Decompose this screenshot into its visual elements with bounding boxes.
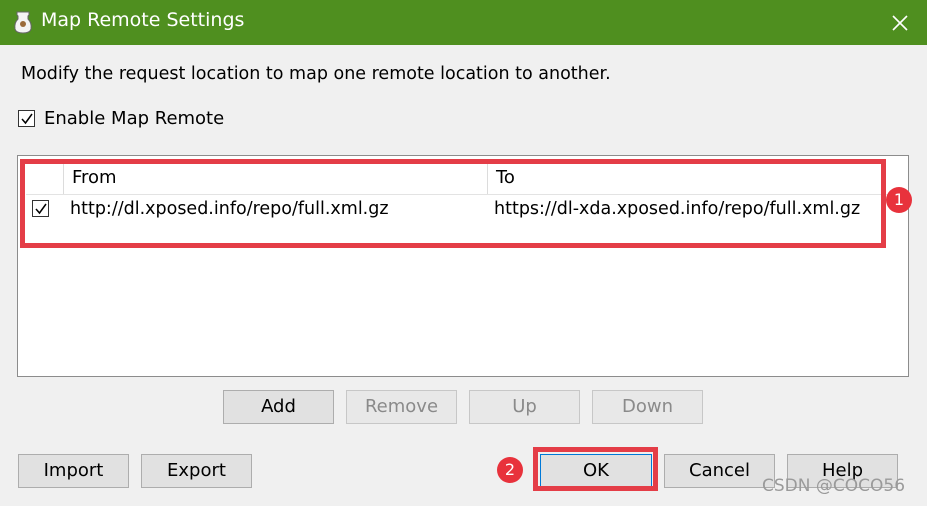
- annotation-badge-1: 1: [886, 187, 912, 213]
- watermark-text: CSDN @COCO56: [762, 476, 906, 496]
- down-button[interactable]: Down: [592, 390, 703, 424]
- annotation-badge-2: 2: [497, 457, 523, 483]
- charles-jug-icon: [12, 10, 34, 34]
- cancel-button[interactable]: Cancel: [664, 454, 775, 488]
- remove-button[interactable]: Remove: [346, 390, 457, 424]
- import-button[interactable]: Import: [18, 454, 129, 488]
- up-button[interactable]: Up: [469, 390, 580, 424]
- annotation-highlight-table: [20, 159, 886, 248]
- export-button[interactable]: Export: [141, 454, 252, 488]
- annotation-highlight-ok: [533, 447, 658, 491]
- add-button[interactable]: Add: [223, 390, 334, 424]
- description-text: Modify the request location to map one r…: [21, 64, 611, 84]
- enable-map-remote-checkbox[interactable]: Enable Map Remote: [18, 105, 224, 131]
- close-icon[interactable]: [885, 8, 915, 38]
- title-bar: Map Remote Settings: [0, 0, 927, 45]
- window-title: Map Remote Settings: [41, 9, 245, 31]
- checkbox-checked-icon[interactable]: [18, 109, 35, 127]
- enable-map-remote-label: Enable Map Remote: [44, 107, 225, 129]
